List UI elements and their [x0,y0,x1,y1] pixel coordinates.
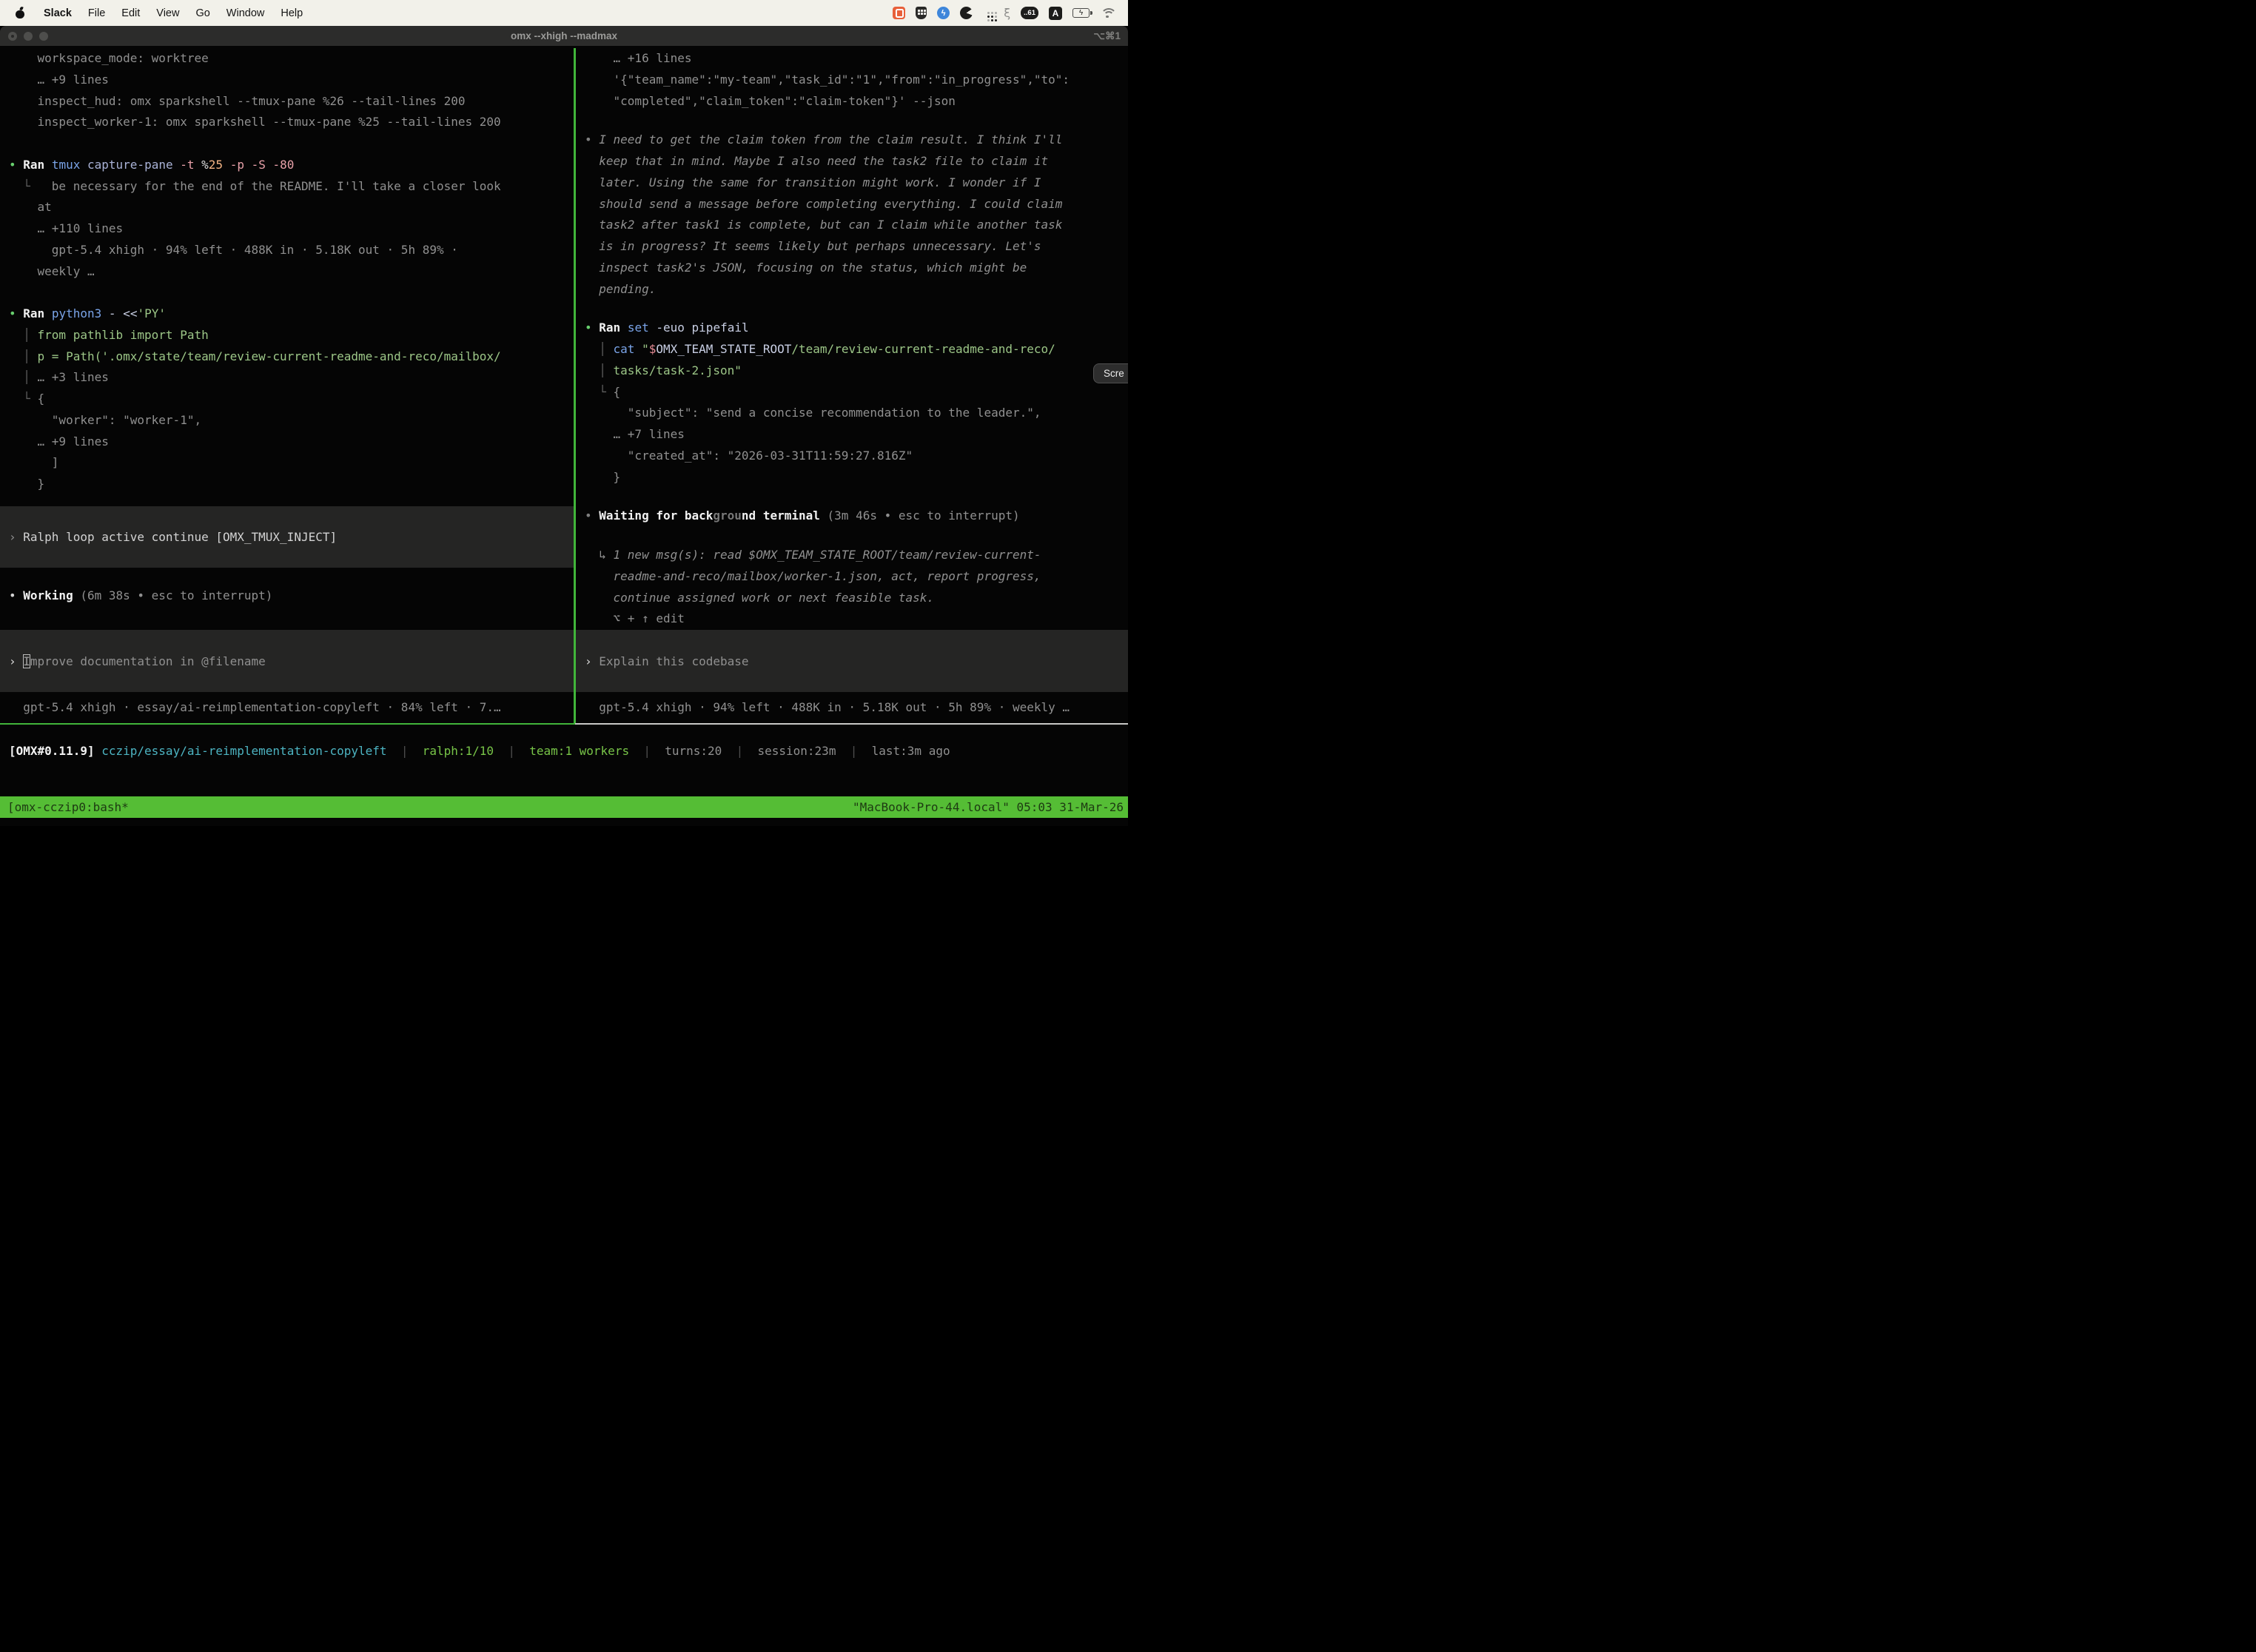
inactive-pane-border [575,723,1128,725]
menu-status-icons: ϟ ξ ..61 A ϟ [893,6,1119,20]
terminal-window: omx --xhigh --madmax ⌥⌘1 workspace_mode:… [0,26,1128,826]
session-status-line: gpt-5.4 xhigh · 94% left · 488K in · 5.1… [576,692,1128,723]
close-button[interactable] [8,32,17,41]
terminal-line: • Ran tmux capture-pane -t %25 -p -S -80 [0,155,574,176]
tmux-host-clock: "MacBook-Pro-44.local" 05:03 31-Mar-26 [853,800,1128,814]
pie-circle-icon[interactable] [960,7,973,19]
window-title: omx --xhigh --madmax [511,30,617,41]
notice-banner: › Ralph loop active continue [OMX_TMUX_I… [0,506,574,568]
active-pane-border [0,723,575,725]
terminal-line: └ { [0,389,574,410]
panes-area: workspace_mode: worktree … +9 lines insp… [0,48,1128,723]
tmux-session-window: [omx-cczip0:bash* [0,800,129,814]
session-status-line: gpt-5.4 xhigh · essay/ai-reimplementatio… [0,692,574,723]
terminal-line: at [0,197,574,218]
input-source-a-icon[interactable]: A [1049,7,1062,20]
terminal-line: "completed","claim_token":"claim-token"}… [576,91,1128,113]
menu-bar: Slack File Edit View Go Window Help ϟ ξ … [0,0,1128,26]
menu-item-edit[interactable]: Edit [113,7,148,19]
terminal-line: gpt-5.4 xhigh · 94% left · 488K in · 5.1… [0,240,574,261]
terminal-line: … +16 lines [576,48,1128,70]
blank-line [576,300,1128,318]
blank-line [576,112,1128,130]
terminal-line: "worker": "worker-1", [0,410,574,432]
terminal-line: inspect task2's JSON, focusing on the st… [576,258,1128,279]
right-pane-rows: … +16 lines '{"team_name":"my-team","tas… [576,48,1128,630]
battery-charging-icon[interactable]: ϟ [1072,8,1090,18]
terminal-line: keep that in mind. Maybe I also need the… [576,151,1128,172]
apple-menu-icon[interactable] [15,7,25,19]
tmux-status-bar: [omx-cczip0:bash* "MacBook-Pro-44.local"… [0,796,1128,818]
right-terminal-pane: … +16 lines '{"team_name":"my-team","tas… [576,48,1128,723]
omx-hud-status-line: [OMX#0.11.9] cczip/essay/ai-reimplementa… [0,739,1128,764]
terminal-line: is in progress? It seems likely but perh… [576,236,1128,258]
terminal-line: inspect_worker-1: omx sparkshell --tmux-… [0,112,574,133]
dots-grid-icon[interactable] [983,8,993,19]
terminal-line: • Ran set -euo pipefail [576,318,1128,339]
terminal-line: task2 after task1 is complete, but can I… [576,215,1128,236]
terminal-line: │ cat "$OMX_TEAM_STATE_ROOT/team/review-… [576,339,1128,360]
grid-shield-icon[interactable] [916,7,927,19]
screen-edge-tooltip[interactable]: Scre [1093,363,1128,383]
menu-app-name[interactable]: Slack [36,7,80,19]
terminal-line: • Waiting for background terminal (3m 46… [576,506,1128,527]
messages-bolt-icon[interactable]: ϟ [937,7,950,19]
menu-item-view[interactable]: View [148,7,187,19]
blank-line [576,488,1128,506]
terminal-line: … +7 lines [576,424,1128,446]
terminal-line: ⌥ + ↑ edit [576,608,1128,630]
left-pane-rows: workspace_mode: worktree … +9 lines insp… [0,48,574,607]
terminal-line: │ from pathlib import Path [0,325,574,346]
terminal-line: … +9 lines [0,70,574,91]
terminal-line: ] [0,452,574,474]
menu-item-window[interactable]: Window [218,7,273,19]
blank-line [0,133,574,155]
zoom-button[interactable] [39,32,48,41]
hook-icon[interactable]: ξ [1004,6,1010,20]
terminal-line: "subject": "send a concise recommendatio… [576,403,1128,424]
terminal-line: continue assigned work or next feasible … [576,588,1128,609]
terminal-line: ↳ 1 new msg(s): read $OMX_TEAM_STATE_ROO… [576,545,1128,566]
wifi-icon[interactable] [1100,7,1115,19]
terminal-line: inspect_hud: omx sparkshell --tmux-pane … [0,91,574,113]
minimize-button[interactable] [24,32,33,41]
terminal-line: readme-and-reco/mailbox/worker-1.json, a… [576,566,1128,588]
terminal-line: } [576,467,1128,488]
data-61-badge[interactable]: ..61 [1021,7,1038,19]
prompt-input[interactable]: › Explain this codebase [576,630,1128,692]
terminal-line: '{"team_name":"my-team","task_id":"1","f… [576,70,1128,91]
terminal-line: weekly … [0,261,574,283]
terminal-line: … +9 lines [0,432,574,453]
terminal-line: } [0,474,574,495]
menu-item-help[interactable]: Help [272,7,311,19]
terminal-line: │ … +3 lines [0,367,574,389]
menu-item-go[interactable]: Go [187,7,218,19]
blank-line [0,282,574,303]
traffic-lights [8,32,48,41]
terminal-line: • Working (6m 38s • esc to interrupt) [0,585,574,607]
terminal-line: … +110 lines [0,218,574,240]
window-titlebar[interactable]: omx --xhigh --madmax ⌥⌘1 [0,26,1128,46]
menu-left: Slack File Edit View Go Window Help [9,7,311,19]
terminal-line: • I need to get the claim token from the… [576,130,1128,151]
screen: Slack File Edit View Go Window Help ϟ ξ … [0,0,1128,826]
menu-item-file[interactable]: File [80,7,113,19]
terminal-line: • Ran python3 - <<'PY' [0,303,574,325]
blank-line [576,527,1128,545]
terminal-line: later. Using the same for transition mig… [576,172,1128,194]
terminal-line: │ tasks/task-2.json" [576,360,1128,382]
terminal-line: └ be necessary for the end of the README… [0,176,574,198]
left-pane-bottom: › Improve documentation in @filename gpt… [0,630,574,723]
terminal-line: workspace_mode: worktree [0,48,574,70]
terminal-line: pending. [576,279,1128,300]
chat-badge-icon[interactable] [893,7,905,19]
terminal-line: │ p = Path('.omx/state/team/review-curre… [0,346,574,368]
terminal-line: "created_at": "2026-03-31T11:59:27.816Z" [576,446,1128,467]
right-pane-bottom: › Explain this codebase gpt-5.4 xhigh · … [576,630,1128,723]
prompt-input[interactable]: › Improve documentation in @filename [0,630,574,692]
terminal-line: └ { [576,382,1128,403]
left-terminal-pane: workspace_mode: worktree … +9 lines insp… [0,48,574,723]
terminal-line: should send a message before completing … [576,194,1128,215]
window-shortcut: ⌥⌘1 [1093,30,1121,42]
